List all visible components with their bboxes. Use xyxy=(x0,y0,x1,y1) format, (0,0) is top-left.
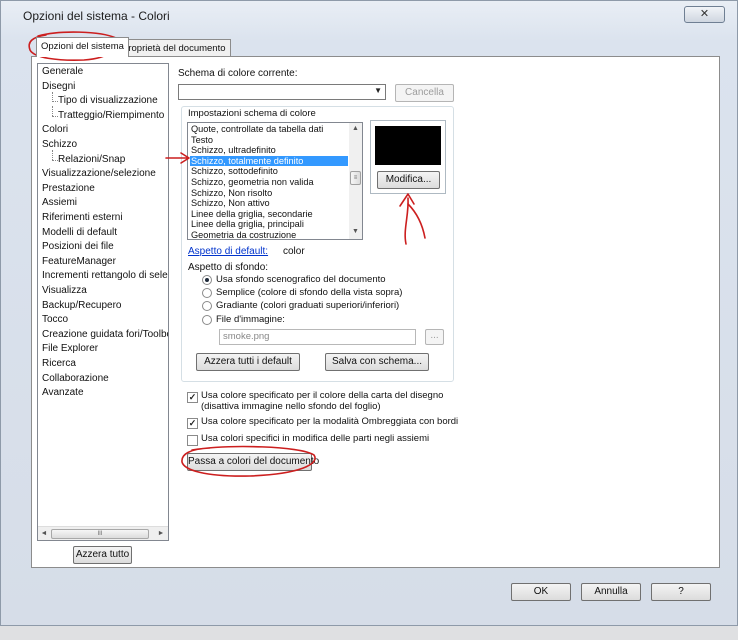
image-file-field[interactable]: smoke.png xyxy=(219,329,416,345)
option-checkbox-label[interactable]: Usa colori specifici in modifica delle p… xyxy=(201,433,429,444)
tree-item[interactable]: Tocco xyxy=(42,313,68,327)
save-with-scheme-button[interactable]: Salva con schema... xyxy=(325,353,429,371)
color-setting-item[interactable]: Schizzo, geometria non valida xyxy=(190,177,348,188)
desktop-strip xyxy=(0,626,738,640)
tree-item[interactable]: Visualizza xyxy=(42,284,87,298)
tree-item[interactable]: Tratteggio/Riempimento xyxy=(54,109,164,123)
tree-connector xyxy=(52,150,53,160)
tree-item[interactable]: Avanzate xyxy=(42,386,84,400)
reset-defaults-button[interactable]: Azzera tutti i default xyxy=(196,353,300,371)
scroll-right-icon[interactable]: ► xyxy=(156,529,166,539)
tree-connector xyxy=(52,91,53,102)
switch-to-document-colors-button[interactable]: Passa a colori del documento xyxy=(187,453,319,471)
background-option-label[interactable]: Usa sfondo scenografico del documento xyxy=(216,274,386,285)
tree-item[interactable]: Riferimenti esterni xyxy=(42,211,123,225)
scheme-settings-label: Impostazioni schema di colore xyxy=(188,108,316,119)
tree-item[interactable]: File Explorer xyxy=(42,342,98,356)
option-checkbox[interactable] xyxy=(187,435,198,446)
tree-connector xyxy=(52,106,53,117)
scroll-down-icon[interactable]: ▼ xyxy=(349,227,362,237)
list-vertical-scrollbar[interactable]: ▲ ≡ ▼ xyxy=(349,123,362,239)
tree-item[interactable]: Colori xyxy=(42,123,68,137)
color-settings-list[interactable]: Quote, controllate da tabella dati Testo S… xyxy=(187,122,363,240)
color-setting-item[interactable]: Linee della griglia, principali xyxy=(190,219,348,230)
color-setting-item[interactable]: Linee della griglia, secondarie xyxy=(190,209,348,220)
tree-item[interactable]: Posizioni dei file xyxy=(42,240,114,254)
ok-button[interactable]: OK xyxy=(511,583,571,601)
background-option-label[interactable]: Gradiante (colori graduati superiori/inf… xyxy=(216,300,399,311)
option-checkbox-label[interactable]: Usa colore specificato per la modalità O… xyxy=(201,416,458,427)
color-setting-item[interactable]: Testo xyxy=(190,135,348,146)
delete-scheme-button[interactable]: Cancella xyxy=(395,84,454,102)
color-scheme-select[interactable]: ▼ xyxy=(178,84,386,100)
option-checkbox-label[interactable]: (disattiva immagine nello sfondo del fog… xyxy=(201,401,381,412)
color-setting-item[interactable]: Schizzo, totalmente definito xyxy=(190,155,348,167)
tree-item[interactable]: Tipo di visualizzazione xyxy=(54,94,158,108)
tab-document-properties[interactable]: Proprietà del documento xyxy=(117,39,231,57)
color-swatch xyxy=(375,126,441,165)
tree-horizontal-scrollbar[interactable]: ◄ III ► xyxy=(38,526,168,540)
option-checkbox[interactable] xyxy=(187,418,198,429)
help-button[interactable]: ? xyxy=(651,583,711,601)
color-setting-item[interactable]: Schizzo, sottodefinito xyxy=(190,166,348,177)
option-checkbox-label[interactable]: Usa colore specificato per il colore del… xyxy=(201,390,443,401)
background-option-radio[interactable] xyxy=(202,275,212,285)
background-option-radio[interactable] xyxy=(202,288,212,298)
tree-item[interactable]: Incrementi rettangolo di selez xyxy=(42,269,168,283)
tree-item[interactable]: Creazione guidata fori/Toolbo xyxy=(42,328,168,342)
close-button[interactable]: ✕ xyxy=(684,6,725,23)
default-appearance-link[interactable]: Aspetto di default: xyxy=(188,246,268,257)
tree-item[interactable]: Ricerca xyxy=(42,357,76,371)
background-option-label[interactable]: Semplice (colore di sfondo della vista s… xyxy=(216,287,402,298)
scroll-left-icon[interactable]: ◄ xyxy=(39,529,49,539)
tree-item[interactable]: Relazioni/Snap xyxy=(54,153,125,167)
default-appearance-value: color xyxy=(283,246,305,257)
color-setting-item[interactable]: Schizzo, Non risolto xyxy=(190,188,348,199)
background-appearance-label: Aspetto di sfondo: xyxy=(188,262,269,273)
tree-item[interactable]: Schizzo xyxy=(42,138,77,152)
tree-item[interactable]: Generale xyxy=(42,65,83,79)
tree-item[interactable]: Prestazione xyxy=(42,182,95,196)
window-title: Opzioni del sistema - Colori xyxy=(23,9,170,23)
option-checkbox[interactable] xyxy=(187,392,198,403)
color-setting-item[interactable]: Schizzo, Non attivo xyxy=(190,198,348,209)
tree-item[interactable]: FeatureManager xyxy=(42,255,116,269)
reset-all-button[interactable]: Azzera tutto xyxy=(73,546,132,564)
modify-button[interactable]: Modifica... xyxy=(377,171,440,189)
tree-item[interactable]: Collaborazione xyxy=(42,372,109,386)
color-setting-item[interactable]: Quote, controllate da tabella dati xyxy=(190,124,348,135)
color-scheme-label: Schema di colore corrente: xyxy=(178,68,298,79)
background-option-radio[interactable] xyxy=(202,315,212,325)
options-tree[interactable]: Generale Disegni Tipo di visualizzazione Tr… xyxy=(37,63,169,541)
tree-item[interactable]: Assiemi xyxy=(42,196,77,210)
chevron-down-icon: ▼ xyxy=(374,86,382,95)
scroll-thumb[interactable]: III xyxy=(51,529,149,539)
tree-item[interactable]: Modelli di default xyxy=(42,226,117,240)
tree-item[interactable]: Disegni xyxy=(42,80,75,94)
scroll-up-icon[interactable]: ▲ xyxy=(349,124,362,134)
tree-item[interactable]: Visualizzazione/selezione xyxy=(42,167,156,181)
tree-item[interactable]: Backup/Recupero xyxy=(42,299,122,313)
background-option-label[interactable]: File d'immagine: xyxy=(216,314,285,325)
color-setting-item[interactable]: Schizzo, ultradefinito xyxy=(190,145,348,156)
scroll-thumb[interactable]: ≡ xyxy=(350,171,361,185)
cancel-button[interactable]: Annulla xyxy=(581,583,641,601)
color-setting-item[interactable]: Geometria da costruzione xyxy=(190,230,348,239)
tab-system-options[interactable]: Opzioni del sistema xyxy=(36,37,129,57)
browse-button[interactable]: ... xyxy=(425,329,444,345)
background-option-radio[interactable] xyxy=(202,301,212,311)
